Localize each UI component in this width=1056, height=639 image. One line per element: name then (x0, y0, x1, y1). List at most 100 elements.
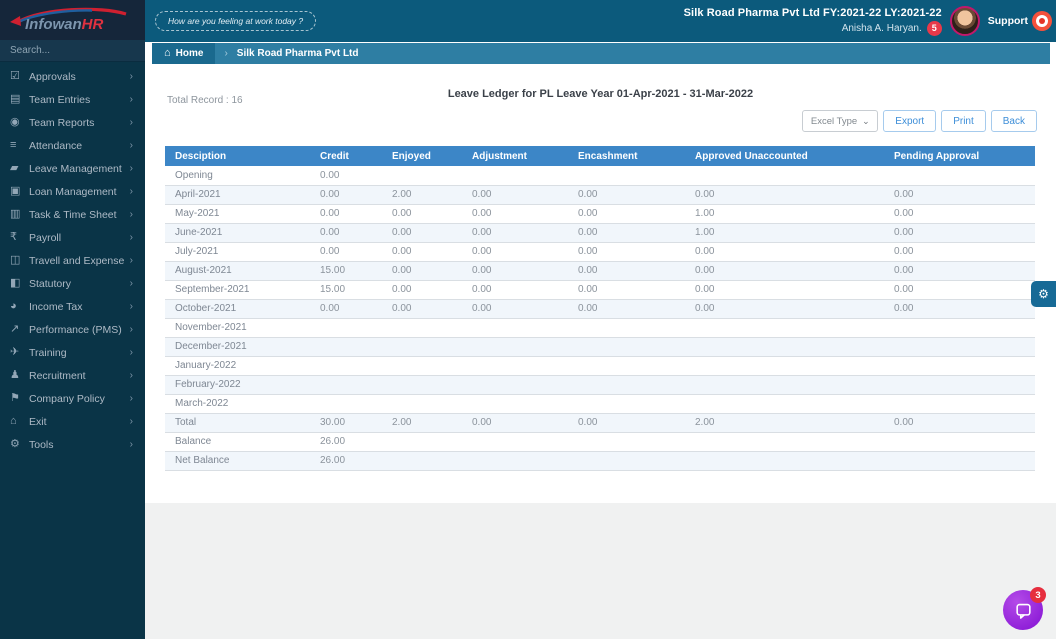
excel-type-label: Excel Type (810, 115, 858, 127)
mood-survey-button[interactable]: How are you feeling at work today ? (155, 11, 317, 31)
sidebar-item-travell-and-expense[interactable]: ◫ Travell and Expense › (0, 249, 145, 272)
cell-credit: 0.00 (310, 166, 382, 186)
cell-approved-unaccounted (685, 356, 884, 376)
cell-approved-unaccounted (685, 166, 884, 186)
list-icon: ≡ (10, 139, 17, 151)
search-input[interactable] (10, 45, 142, 56)
support-button[interactable]: Support (988, 11, 1052, 31)
cell-desciption: April-2021 (165, 185, 310, 205)
cell-enjoyed (382, 375, 462, 395)
chevron-right-icon: › (129, 439, 133, 450)
cell-adjustment: 0.00 (462, 261, 568, 281)
cell-credit: 0.00 (310, 299, 382, 319)
sidebar-item-label: Exit (29, 415, 47, 428)
logo: InfowanHR (0, 0, 145, 40)
chart-icon: ↗ (10, 323, 20, 335)
cell-encashment (568, 318, 685, 338)
document-icon: ▤ (10, 93, 21, 105)
company-fiscal-title: Silk Road Pharma Pvt Ltd FY:2021-22 LY:2… (683, 6, 942, 19)
sidebar-item-attendance[interactable]: ≡ Attendance › (0, 134, 145, 157)
cell-enjoyed (382, 318, 462, 338)
cell-approved-unaccounted: 0.00 (685, 299, 884, 319)
notification-badge[interactable]: 5 (926, 20, 942, 36)
cell-desciption: Net Balance (165, 451, 310, 471)
flag-icon: ⚑ (10, 392, 20, 404)
sidebar-item-team-reports[interactable]: ◉ Team Reports › (0, 111, 145, 134)
bomb-icon: ◕ (10, 300, 17, 312)
cell-encashment (568, 356, 685, 376)
cell-approved-unaccounted (685, 318, 884, 338)
breadcrumb-current: Silk Road Pharma Pvt Ltd (236, 48, 359, 59)
sidebar-item-performance-pms[interactable]: ↗ Performance (PMS) › (0, 318, 145, 341)
cell-approved-unaccounted (685, 432, 884, 452)
cell-enjoyed: 0.00 (382, 280, 462, 300)
sidebar-item-recruitment[interactable]: ♟ Recruitment › (0, 364, 145, 387)
chat-fab-button[interactable]: 3 (1003, 587, 1046, 630)
chat-unread-badge: 3 (1030, 587, 1046, 603)
cell-pending-approval: 0.00 (884, 261, 1035, 281)
cell-credit (310, 318, 382, 338)
cell-approved-unaccounted: 0.00 (685, 242, 884, 262)
sidebar-item-payroll[interactable]: ₹ Payroll › (0, 226, 145, 249)
table-row-august-2021: August-2021 15.00 0.00 0.00 0.00 0.00 0.00 (165, 261, 1035, 281)
chevron-down-icon: ⌄ (862, 115, 870, 126)
breadcrumb-home[interactable]: ⌂ Home (152, 43, 216, 64)
cell-approved-unaccounted: 1.00 (685, 204, 884, 224)
cell-approved-unaccounted (685, 394, 884, 414)
chevron-right-icon: › (129, 324, 133, 335)
print-button[interactable]: Print (941, 110, 986, 132)
export-button[interactable]: Export (883, 110, 937, 132)
sidebar-item-exit[interactable]: ⌂ Exit › (0, 410, 145, 433)
sidebar-item-label: Performance (PMS) (29, 323, 122, 336)
cell-pending-approval: 0.00 (884, 299, 1035, 319)
sidebar-item-approvals[interactable]: ☑ Approvals › (0, 65, 145, 88)
cell-encashment: 0.00 (568, 280, 685, 300)
support-target-icon (1032, 11, 1052, 31)
breadcrumb-home-label: Home (175, 48, 204, 59)
sidebar-item-income-tax[interactable]: ◕ Income Tax › (0, 295, 145, 318)
cell-desciption: December-2021 (165, 337, 310, 357)
page-background (145, 503, 1056, 639)
cell-enjoyed: 0.00 (382, 299, 462, 319)
chevron-right-icon: › (129, 209, 133, 220)
sidebar-item-leave-management[interactable]: ▰ Leave Management › (0, 157, 145, 180)
page-title: Leave Ledger for PL Leave Year 01-Apr-20… (447, 88, 754, 100)
sidebar-item-tools[interactable]: ⚙ Tools › (0, 433, 145, 456)
sidebar-item-task-time-sheet[interactable]: ▥ Task & Time Sheet › (0, 203, 145, 226)
table-row-total: Total 30.00 2.00 0.00 0.00 2.00 0.00 (165, 413, 1035, 433)
topbar: How are you feeling at work today ? Silk… (145, 0, 1056, 42)
cell-pending-approval: 0.00 (884, 223, 1035, 243)
settings-fab-button[interactable]: ⚙ (1031, 281, 1056, 307)
cell-approved-unaccounted (685, 451, 884, 471)
back-button[interactable]: Back (990, 110, 1037, 132)
sidebar-item-team-entries[interactable]: ▤ Team Entries › (0, 88, 145, 111)
sidebar-item-company-policy[interactable]: ⚑ Company Policy › (0, 387, 145, 410)
breadcrumb: ⌂ Home › Silk Road Pharma Pvt Ltd (152, 43, 1050, 64)
cell-pending-approval: 0.00 (884, 204, 1035, 224)
cell-enjoyed: 0.00 (382, 204, 462, 224)
chevron-right-icon: › (129, 186, 133, 197)
chevron-right-icon: › (129, 255, 133, 266)
cell-encashment: 0.00 (568, 185, 685, 205)
cell-encashment: 0.00 (568, 261, 685, 281)
excel-type-select[interactable]: Excel Type ⌄ (802, 110, 879, 132)
cell-pending-approval (884, 432, 1035, 452)
sidebar-item-label: Tools (29, 438, 54, 451)
chevron-right-icon: › (129, 117, 133, 128)
user-avatar[interactable] (949, 6, 980, 36)
cell-pending-approval (884, 337, 1035, 357)
breadcrumb-separator-icon: › (224, 48, 228, 59)
sidebar-item-statutory[interactable]: ◧ Statutory › (0, 272, 145, 295)
chevron-right-icon: › (129, 232, 133, 243)
cell-approved-unaccounted (685, 375, 884, 395)
cell-adjustment: 0.00 (462, 223, 568, 243)
sidebar-item-label: Travell and Expense (29, 254, 125, 267)
cell-credit: 0.00 (310, 204, 382, 224)
rupee-icon: ₹ (10, 231, 17, 243)
cell-encashment (568, 337, 685, 357)
sidebar-item-training[interactable]: ✈ Training › (0, 341, 145, 364)
chevron-right-icon: › (129, 301, 133, 312)
home-icon: ⌂ (10, 415, 17, 427)
cell-credit (310, 375, 382, 395)
sidebar-item-loan-management[interactable]: ▣ Loan Management › (0, 180, 145, 203)
